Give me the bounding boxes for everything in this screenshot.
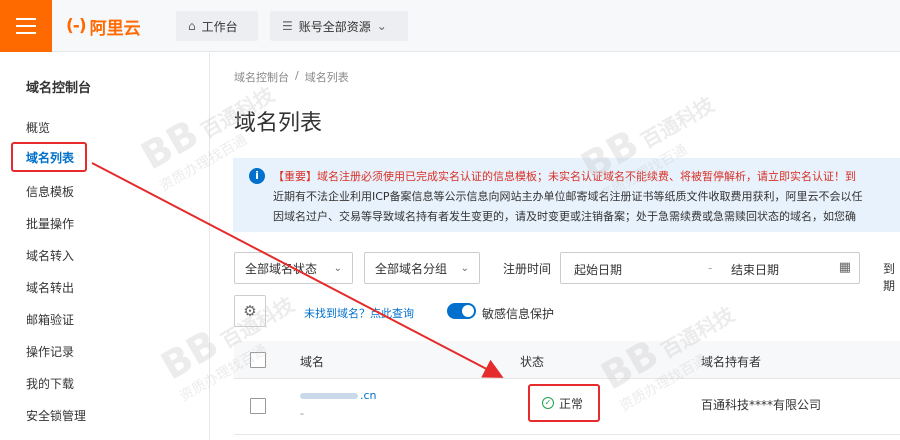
expiry-label: 到期 — [883, 262, 896, 293]
breadcrumb-current: 域名列表 — [304, 71, 349, 84]
sidebar: 域名控制台 概览 域名列表 信息模板 批量操作 域名转入 域名转出 邮箱验证 操… — [0, 53, 210, 440]
menu-icon[interactable] — [0, 0, 52, 52]
check-circle-icon: ✓ — [542, 397, 554, 409]
chevron-down-icon: ⌄ — [333, 262, 342, 274]
register-time-label: 注册时间 — [503, 262, 552, 276]
sidebar-item-domain-list[interactable]: 域名列表 — [11, 142, 87, 172]
toggle-knob — [462, 305, 474, 317]
range-separator: - — [708, 261, 713, 275]
sidebar-item-transfer-in[interactable]: 域名转入 — [26, 247, 74, 264]
header-domain: 域名 — [300, 355, 325, 369]
resources-dropdown[interactable]: ☰ 账号全部资源 ⌄ — [270, 11, 408, 41]
select-all-checkbox[interactable] — [250, 352, 266, 368]
domain-group-value: 全部域名分组 — [375, 261, 448, 276]
notice-line-3: 因域名过户、交易等导致域名持有者发生变更的，请及时变更或注销备案；处于急需续费或… — [273, 210, 856, 223]
sidebar-item-security-lock[interactable]: 安全锁管理 — [26, 407, 86, 424]
header-owner: 域名持有者 — [701, 355, 762, 369]
notice-line-1: 【重要】域名注册必须使用已完成实名认证的信息模板；未实名认证域名不能续费、将被暂… — [273, 167, 900, 187]
domain-suffix: .cn — [360, 389, 377, 402]
status-badge: ✓ 正常 — [528, 384, 600, 422]
gear-icon: ⚙ — [243, 302, 257, 320]
sidebar-item-operation-log[interactable]: 操作记录 — [26, 343, 74, 360]
sidebar-item-downloads[interactable]: 我的下载 — [26, 375, 74, 392]
logo-text: 阿里云 — [89, 18, 141, 39]
chevron-down-icon: ⌄ — [460, 262, 469, 274]
sidebar-item-batch[interactable]: 批量操作 — [26, 215, 74, 232]
sensitive-info-toggle[interactable] — [447, 303, 476, 319]
status-text: 正常 — [559, 396, 584, 411]
row-checkbox[interactable] — [250, 398, 266, 414]
start-date-placeholder[interactable]: 起始日期 — [574, 261, 622, 278]
aliyun-logo[interactable]: (-) 阿里云 — [66, 14, 141, 39]
owner-name: 百通科技****有限公司 — [701, 398, 822, 412]
home-icon: ⌂ — [188, 19, 196, 33]
sidebar-item-overview[interactable]: 概览 — [26, 119, 50, 136]
domain-sub: - — [300, 407, 304, 420]
table-header: 域名 状态 域名持有者 — [234, 341, 900, 379]
notice-line-1-text: 域名注册必须使用已完成实名认证的信息模板；未实名认证域名不能续费、将被暂停解析，… — [317, 170, 856, 183]
workbench-button[interactable]: ⌂ 工作台 — [176, 11, 258, 41]
sidebar-item-email-verify[interactable]: 邮箱验证 — [26, 311, 74, 328]
resources-label: 账号全部资源 — [298, 19, 371, 34]
breadcrumb-console[interactable]: 域名控制台 — [234, 69, 289, 85]
logo-mark: (-) — [66, 16, 87, 36]
top-bar: (-) 阿里云 ⌂ 工作台 ☰ 账号全部资源 ⌄ — [0, 0, 900, 52]
info-icon: i — [249, 168, 265, 184]
sidebar-item-info-template[interactable]: 信息模板 — [26, 183, 74, 200]
sensitive-info-label: 敏感信息保护 — [482, 307, 555, 321]
sidebar-item-transfer-out[interactable]: 域名转出 — [26, 279, 74, 296]
domain-not-found-link[interactable]: 未找到域名？点此查询 — [304, 305, 414, 321]
domain-group-select[interactable]: 全部域名分组 ⌄ — [364, 252, 480, 284]
settings-button[interactable]: ⚙ — [234, 295, 266, 327]
notice-banner: i 【重要】域名注册必须使用已完成实名认证的信息模板；未实名认证域名不能续费、将… — [233, 158, 900, 232]
notice-important-tag: 【重要】 — [273, 170, 317, 183]
table-row: .cn - ✓ 正常 百通科技****有限公司 — [234, 379, 900, 435]
page-title: 域名列表 — [234, 111, 323, 136]
sidebar-title: 域名控制台 — [26, 81, 92, 96]
main-content: 域名控制台 / 域名列表 域名列表 i 【重要】域名注册必须使用已完成实名认证的… — [211, 53, 900, 440]
chevron-down-icon: ⌄ — [376, 19, 387, 33]
server-icon: ☰ — [282, 19, 293, 33]
workbench-label: 工作台 — [201, 19, 238, 34]
domain-status-value: 全部域名状态 — [245, 261, 318, 276]
date-range-picker[interactable]: 起始日期 - 结束日期 ▦ — [560, 252, 860, 284]
breadcrumb-separator: / — [295, 69, 299, 82]
breadcrumb: 域名控制台 / 域名列表 — [234, 69, 349, 85]
header-status: 状态 — [520, 355, 545, 369]
end-date-placeholder[interactable]: 结束日期 — [731, 261, 779, 278]
domain-redacted — [300, 393, 358, 399]
notice-line-2: 近期有不法企业利用ICP备案信息等公示信息向网站主办单位邮寄域名注册证书等纸质文… — [273, 190, 863, 203]
domain-status-select[interactable]: 全部域名状态 ⌄ — [234, 252, 353, 284]
domain-name-link[interactable]: .cn — [300, 389, 377, 402]
calendar-icon[interactable]: ▦ — [839, 260, 851, 275]
